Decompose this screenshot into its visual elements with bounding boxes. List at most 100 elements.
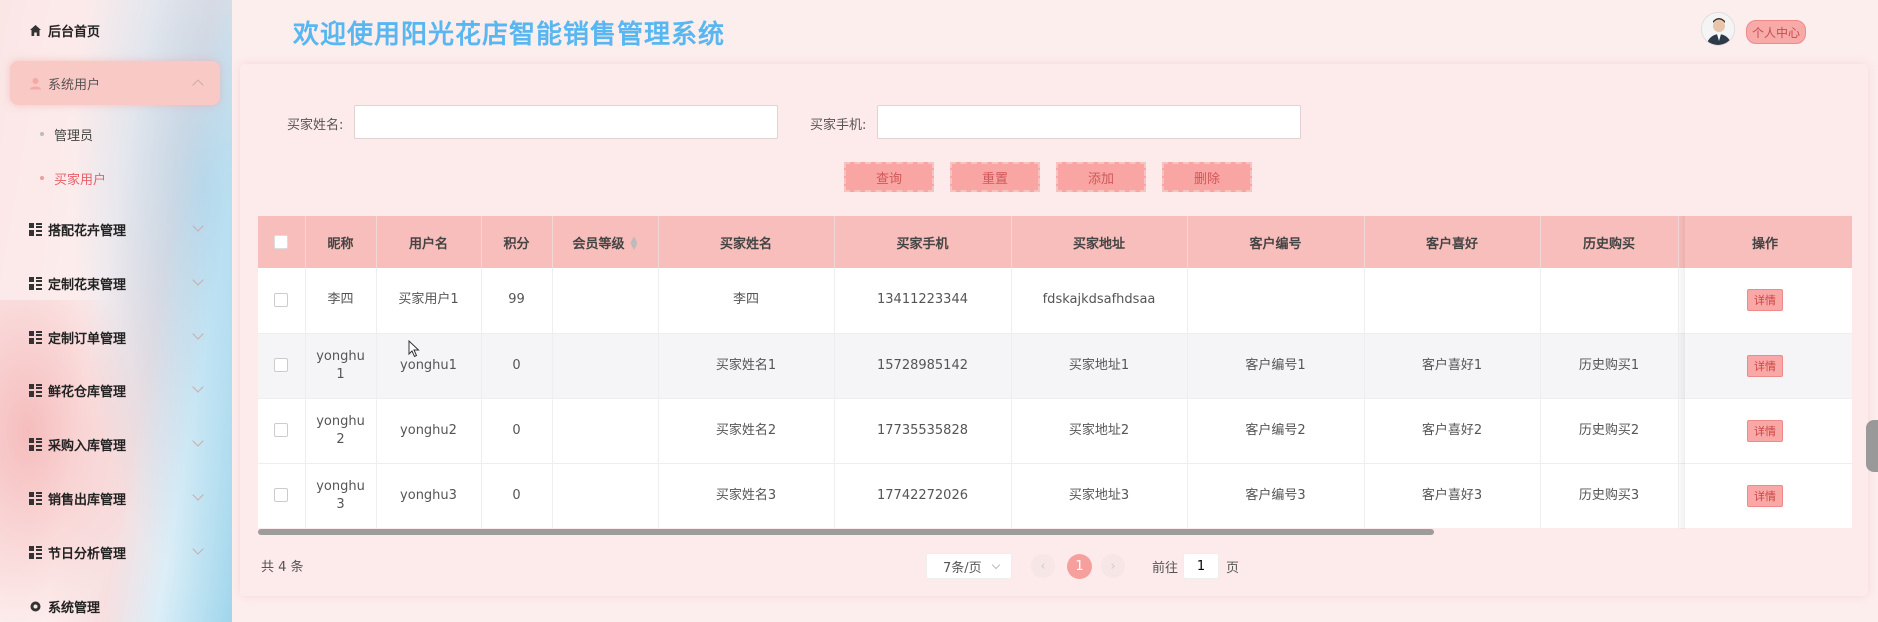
sidebar-item-label: 系统用户 — [48, 77, 101, 93]
chevron-down-icon — [192, 381, 204, 393]
detail-button[interactable]: 详情 — [1747, 289, 1783, 312]
cell-nickname: yonghu3 — [305, 463, 377, 528]
row-checkbox[interactable] — [274, 358, 289, 372]
cell-nickname: yonghu2 — [305, 398, 377, 464]
cell-username: yonghu2 — [376, 398, 482, 464]
sort-icon[interactable]: ▲ ▼ — [631, 236, 638, 252]
cell-nickname-text: yonghu3 — [316, 478, 365, 512]
column-header-customer-no: 客户编号 — [1187, 216, 1365, 268]
bullet-icon — [40, 176, 44, 180]
cell-username: 买家用户1 — [376, 268, 482, 334]
header: 欢迎使用阳光花店智能销售管理系统 个人中心 — [240, 0, 1878, 62]
cell-buyer-phone: 17742272026 — [834, 463, 1012, 528]
column-header-buyer-address: 买家地址 — [1011, 216, 1188, 268]
detail-button[interactable]: 详情 — [1747, 419, 1783, 442]
cell-points: 99 — [481, 268, 553, 334]
cell-history: 历史购买2 — [1540, 398, 1679, 464]
sidebar-item-flower-warehouse[interactable]: 鲜花仓库管理 — [10, 368, 220, 412]
sidebar-subitem-buyer-users[interactable]: 买家用户 — [40, 163, 106, 193]
cell-level — [552, 268, 659, 334]
sidebar-item-holiday-analysis[interactable]: 节日分析管理 — [10, 530, 220, 574]
cell-actions: 详情 — [1678, 333, 1852, 399]
cell-buyer-phone: 17735535828 — [834, 398, 1012, 464]
cell-customer-no: 客户编号3 — [1187, 463, 1365, 528]
detail-button[interactable]: 详情 — [1747, 354, 1783, 377]
reset-button[interactable]: 重置 — [950, 162, 1040, 192]
next-page-button[interactable]: › — [1101, 554, 1125, 578]
cell-points: 0 — [481, 463, 553, 528]
profile-center-button[interactable]: 个人中心 — [1746, 20, 1806, 44]
bullet-icon — [40, 132, 44, 136]
sidebar-item-system-users[interactable]: 系统用户 — [10, 61, 220, 105]
cell-buyer-phone: 13411223344 — [834, 268, 1012, 334]
column-header-username: 用户名 — [376, 216, 482, 268]
page-size-select[interactable]: 7条/页 — [926, 553, 1012, 579]
cell-buyer-address: 买家地址2 — [1011, 398, 1188, 464]
cell-nickname: yonghu1 — [305, 333, 377, 399]
cell-preference: 客户喜好1 — [1364, 333, 1541, 399]
cell-history: 历史购买3 — [1540, 463, 1679, 528]
buyer-table: 昵称 用户名 积分 会员等级 ▲ ▼ 买家姓名 买家手机 买家地址 客户编号 客户喜… — [258, 216, 1852, 528]
column-header-buyer-name: 买家姓名 — [658, 216, 835, 268]
row-select-cell — [258, 333, 306, 399]
cell-buyer-name: 买家姓名2 — [658, 398, 835, 464]
delete-button[interactable]: 删除 — [1162, 162, 1252, 192]
chevron-down-icon — [192, 220, 204, 232]
row-select-cell — [258, 463, 306, 528]
cell-buyer-name: 李四 — [658, 268, 835, 334]
row-checkbox[interactable] — [274, 423, 289, 437]
sidebar-subitem-admin[interactable]: 管理员 — [40, 119, 93, 149]
goto-prefix-label: 前往 — [1152, 561, 1179, 576]
detail-button[interactable]: 详情 — [1747, 484, 1783, 507]
cell-preference: 客户喜好3 — [1364, 463, 1541, 528]
sidebar-item-system-management[interactable]: 系统管理 — [10, 584, 220, 622]
home-icon — [28, 23, 42, 37]
query-button[interactable]: 查询 — [844, 162, 934, 192]
sidebar-subitem-label: 管理员 — [54, 128, 94, 144]
grid-icon — [28, 330, 42, 344]
chevron-down-icon — [192, 543, 204, 555]
cell-history — [1540, 268, 1679, 334]
chevron-down-icon — [192, 435, 204, 447]
cell-nickname-text: yonghu2 — [316, 413, 365, 447]
table-row: yonghu2 yonghu2 0 买家姓名2 17735535828 买家地址… — [258, 398, 1852, 464]
sidebar-item-flower-matching[interactable]: 搭配花卉管理 — [10, 207, 220, 251]
sidebar-item-custom-orders[interactable]: 定制订单管理 — [10, 315, 220, 359]
sidebar-subitem-label: 买家用户 — [54, 172, 107, 188]
page-number-current[interactable]: 1 — [1067, 554, 1092, 579]
sidebar-item-home[interactable]: 后台首页 — [10, 8, 220, 52]
add-button[interactable]: 添加 — [1056, 162, 1146, 192]
side-drawer-handle[interactable] — [1866, 420, 1878, 472]
mouse-cursor-icon — [408, 339, 420, 362]
cell-actions: 详情 — [1678, 268, 1852, 334]
goto-suffix-label: 页 — [1226, 561, 1240, 576]
select-all-checkbox[interactable] — [274, 235, 289, 249]
sidebar-item-purchase-inbound[interactable]: 采购入库管理 — [10, 422, 220, 466]
cell-username: yonghu3 — [376, 463, 482, 528]
column-header-points: 积分 — [481, 216, 553, 268]
row-checkbox[interactable] — [274, 292, 289, 307]
prev-page-button[interactable]: ‹ — [1031, 554, 1055, 578]
sidebar-item-custom-bouquet[interactable]: 定制花束管理 — [10, 261, 220, 305]
goto-page-input[interactable] — [1183, 553, 1219, 579]
cell-customer-no — [1187, 268, 1365, 334]
horizontal-scrollbar[interactable] — [258, 529, 1434, 535]
buyer-name-input[interactable] — [354, 105, 778, 139]
sidebar-item-sales-outbound[interactable]: 销售出库管理 — [10, 476, 220, 520]
cell-level — [552, 398, 659, 464]
column-header-history: 历史购买 — [1540, 216, 1679, 268]
sidebar-item-label: 节日分析管理 — [48, 546, 127, 562]
cell-buyer-name: 买家姓名1 — [658, 333, 835, 399]
buyer-phone-input[interactable] — [877, 105, 1301, 139]
cell-buyer-address: fdskajkdsafhdsaa — [1011, 268, 1188, 334]
row-checkbox[interactable] — [274, 488, 289, 502]
select-all-cell — [258, 216, 306, 268]
sidebar-item-label: 后台首页 — [48, 24, 101, 40]
column-header-member-level[interactable]: 会员等级 ▲ ▼ — [552, 216, 659, 268]
cell-points: 0 — [481, 398, 553, 464]
cell-preference: 客户喜好2 — [1364, 398, 1541, 464]
avatar[interactable] — [1701, 12, 1735, 46]
table-row: yonghu3 yonghu3 0 买家姓名3 17742272026 买家地址… — [258, 463, 1852, 528]
sidebar-item-label: 采购入库管理 — [48, 438, 127, 454]
table-row: yonghu1 yonghu1 0 买家姓名1 15728985142 买家地址… — [258, 333, 1852, 399]
